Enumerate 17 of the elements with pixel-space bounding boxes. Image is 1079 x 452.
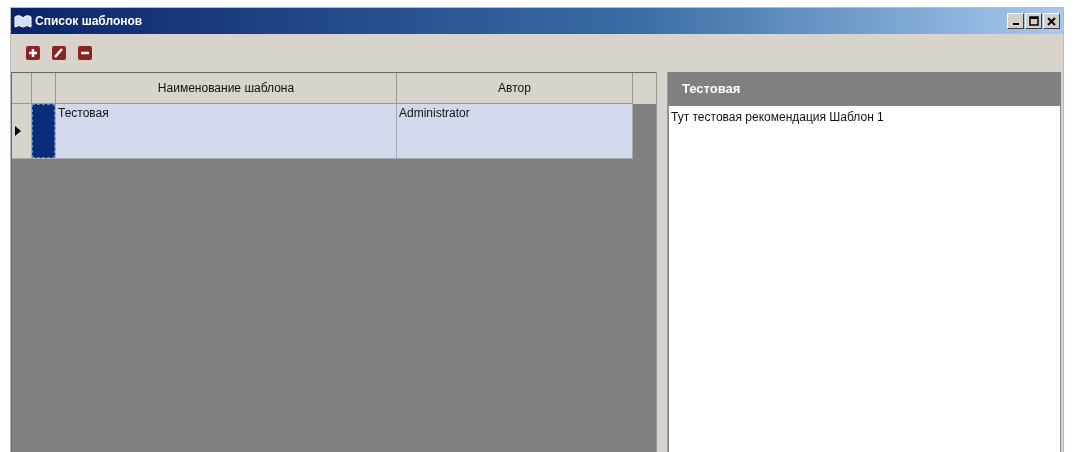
maximize-icon (1028, 16, 1039, 26)
text-area[interactable]: Тут тестовая рекомендация Шаблон 1 (668, 105, 1061, 452)
add-button[interactable] (25, 45, 41, 61)
maximize-button[interactable] (1025, 13, 1042, 29)
close-button[interactable] (1043, 13, 1060, 29)
close-icon (1047, 16, 1056, 26)
minimize-button[interactable] (1007, 13, 1024, 29)
window-title: Список шаблонов (35, 14, 143, 28)
row-selector (32, 104, 55, 158)
delete-button[interactable] (77, 45, 93, 61)
row-pointer-icon (15, 126, 21, 136)
book-icon (14, 14, 32, 28)
table-cell: Тестовая (58, 106, 109, 120)
minimize-icon (1012, 23, 1019, 25)
table-cell: Administrator (399, 106, 470, 120)
detail-title: Тестовая (682, 81, 741, 96)
edit-button[interactable] (51, 45, 67, 61)
